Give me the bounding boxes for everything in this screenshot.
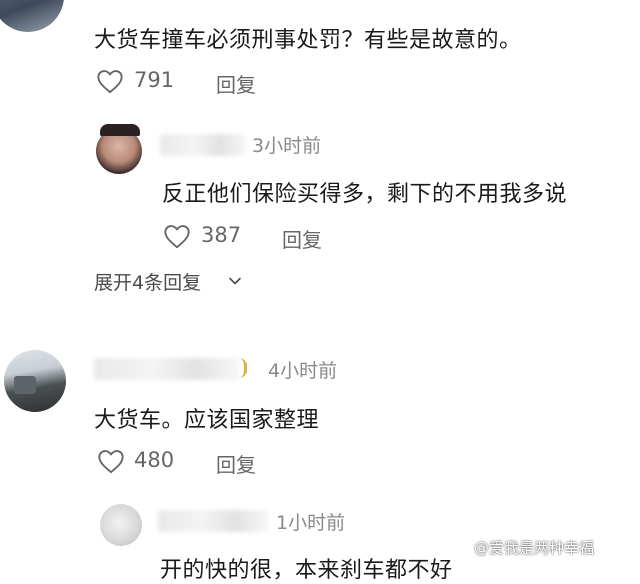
comment-time: 3小时前 (252, 135, 322, 157)
avatar-accessory (100, 124, 140, 136)
reply-button[interactable]: 回复 (282, 224, 322, 253)
username[interactable] (160, 134, 246, 156)
heart-outline-icon[interactable] (96, 68, 124, 94)
avatar[interactable] (0, 0, 64, 32)
comment-time: 1小时前 (276, 512, 346, 534)
avatar-detail (14, 376, 36, 394)
heart-outline-icon[interactable] (163, 223, 191, 249)
comment-time: 4小时前 (268, 360, 338, 382)
expand-replies-button[interactable]: 展开4条回复 (94, 268, 254, 294)
reply-button[interactable]: 回复 (216, 449, 256, 478)
like-count: 387 (201, 223, 242, 247)
expand-replies-label: 展开4条回复 (94, 272, 202, 294)
avatar[interactable] (100, 504, 142, 546)
comment-text: 大货车。应该国家整理 (94, 408, 320, 433)
comment-text: 大货车撞车必须刑事处罚？有些是故意的。 (94, 28, 522, 53)
username[interactable] (158, 510, 268, 532)
like-count: 791 (134, 68, 175, 92)
comment-text: 开的快的很，本来刹车都不好 (160, 558, 453, 583)
username-emoji (234, 358, 247, 378)
comment-text: 反正他们保险买得多，剩下的不用我多说 (162, 182, 568, 207)
heart-outline-icon[interactable] (97, 448, 125, 474)
reply-button[interactable]: 回复 (216, 69, 256, 98)
watermark: @爱我是两种幸福 (474, 539, 595, 557)
like-count: 480 (134, 448, 175, 472)
chevron-down-icon (229, 277, 241, 285)
username[interactable] (94, 358, 240, 380)
